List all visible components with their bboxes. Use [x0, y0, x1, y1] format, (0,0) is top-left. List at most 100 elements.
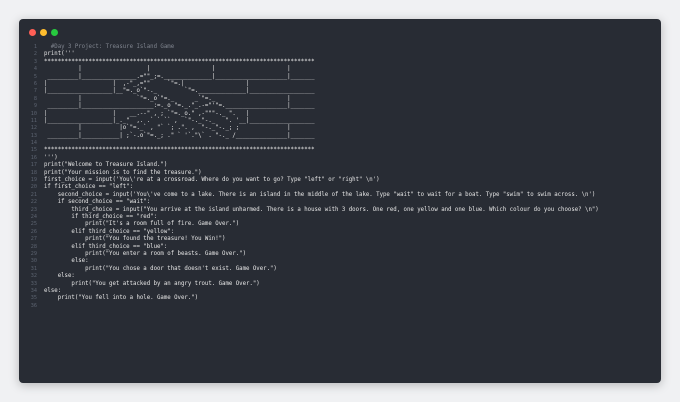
code-text: print("You get attacked by an angry trou… — [44, 280, 260, 287]
code-line: 33 print("You get attacked by an angry t… — [19, 281, 661, 288]
line-number: 7 — [33, 88, 37, 95]
line-number: 19 — [30, 177, 37, 184]
code-text: |___________________|_._" ,. .` ` `` , `… — [44, 117, 315, 124]
line-number: 2 — [33, 51, 37, 58]
code-text: | | __.--" , ; `"=._o." ,-"""-._ ". | — [44, 110, 250, 117]
line-number: 20 — [30, 184, 37, 191]
code-text: print("It's a room full of fire. Game Ov… — [44, 221, 240, 228]
line-number: 23 — [30, 206, 37, 213]
code-line: 2 print(''' — [19, 51, 661, 58]
code-line: 23 third_choice = input("You arrive at t… — [19, 207, 661, 214]
code-line: 13 _________|___________| ;`-.o`"=._; ."… — [19, 133, 661, 140]
code-text: else: — [44, 273, 75, 280]
code-text: print("You enter a room of beasts. Game … — [44, 250, 247, 257]
code-line: 28 elif third_choice == "blue": — [19, 244, 661, 251]
code-text: third_choice = input("You arrive at the … — [44, 206, 599, 213]
line-number: 9 — [33, 103, 37, 110]
line-number: 16 — [30, 154, 37, 161]
code-text: else: — [44, 287, 62, 294]
code-text: elif third_choice == "blue": — [44, 243, 168, 250]
code-text: ''') — [44, 154, 58, 161]
code-text: | | ,-"_,="" `"=.| | — [44, 80, 250, 87]
code-text: print("You fell into a hole. Game Over."… — [44, 295, 199, 302]
code-line: 21 second_choice = input('You\'ve come t… — [19, 192, 661, 199]
code-line: 14 — [19, 140, 661, 147]
code-line: 10 | | __.--" , ; `"=._o." ,-"""-._ ". | — [19, 111, 661, 118]
code-text: if first_choice == "left": — [44, 184, 134, 191]
line-number: 10 — [30, 110, 37, 117]
code-line: 30 else: — [19, 258, 661, 265]
line-number: 21 — [30, 191, 37, 198]
line-number: 35 — [30, 295, 37, 302]
line-number: 11 — [30, 117, 37, 124]
line-number: 24 — [30, 213, 37, 220]
line-number: 1 — [33, 44, 37, 50]
code-text: first_choice = input('You\'re at a cross… — [44, 177, 380, 184]
code-text: print(''' — [44, 51, 75, 58]
code-text: |___________________|__"=._o`"-._ `"=.__… — [44, 88, 315, 95]
code-line: 32 else: — [19, 273, 661, 280]
line-number: 30 — [30, 258, 37, 265]
line-number: 25 — [30, 221, 37, 228]
code-text: if third_choice == "red": — [44, 213, 157, 220]
code-line: 18 print("Your mission is to find the tre… — [19, 170, 661, 177]
code-text: | | | | — [44, 66, 291, 73]
line-number: 33 — [30, 280, 37, 287]
code-line: 36 — [19, 303, 661, 310]
code-window: 1 #Day 3 Project: Treasure Island Game 2 p… — [19, 19, 661, 383]
line-number: 13 — [30, 132, 37, 139]
code-line: 1 #Day 3 Project: Treasure Island Game — [19, 44, 661, 51]
code-text: ****************************************… — [44, 147, 315, 154]
code-line: 5 _________|________________.=""_;=.____… — [19, 74, 661, 81]
code-line: 15 **************************************… — [19, 147, 661, 154]
code-line: 24 if third_choice == "red": — [19, 214, 661, 221]
code-line: 8 | `"=._o`"=._ _`"=._ | — [19, 96, 661, 103]
code-text: _________|________________.=""_;=.______… — [44, 73, 315, 80]
line-number: 27 — [30, 236, 37, 243]
code-line: 17 print("Welcome to Treasure Island.") — [19, 162, 661, 169]
line-number: 22 — [30, 199, 37, 206]
code-line: 4 | | | | — [19, 66, 661, 73]
code-line: 29 print("You enter a room of beasts. Ga… — [19, 251, 661, 258]
line-number: 31 — [30, 265, 37, 272]
window-titlebar — [19, 19, 661, 43]
line-number: 29 — [30, 250, 37, 257]
code-text: print("You found the treasure! You Win!"… — [44, 236, 226, 243]
code-comment: #Day 3 Project: Treasure Island Game — [44, 44, 175, 50]
maximize-button-icon[interactable] — [51, 29, 58, 36]
line-number: 4 — [33, 66, 37, 73]
minimize-button-icon[interactable] — [40, 29, 47, 36]
line-number: 6 — [33, 80, 37, 87]
code-text: second_choice = input('You\'ve come to a… — [44, 191, 596, 198]
code-line: 20 if first_choice == "left": — [19, 184, 661, 191]
code-text: | |o`"=._` , "` `; .". , "-._"-._; ; | — [44, 125, 291, 132]
code-text: print("Welcome to Treasure Island.") — [44, 162, 168, 169]
code-text: elif third_choice == "yellow": — [44, 228, 175, 235]
code-line: 9 _________|_____________________:=._o "… — [19, 103, 661, 110]
code-text: print("Your mission is to find the treas… — [44, 169, 202, 176]
code-editor[interactable]: 1 #Day 3 Project: Treasure Island Game 2 p… — [19, 44, 661, 310]
code-line: 31 print("You chose a door that doesn't … — [19, 266, 661, 273]
line-number: 3 — [33, 58, 37, 65]
line-number: 28 — [30, 243, 37, 250]
line-number: 36 — [30, 302, 37, 309]
line-number: 12 — [30, 125, 37, 132]
code-line: 12 | |o`"=._` , "` `; .". , "-._"-._; ; … — [19, 125, 661, 132]
line-number: 14 — [30, 140, 37, 147]
line-number: 18 — [30, 169, 37, 176]
code-line: 11 |___________________|_._" ,. .` ` `` ,… — [19, 118, 661, 125]
code-line: 3 ***************************************… — [19, 59, 661, 66]
code-line: 22 if second_choice == "wait": — [19, 199, 661, 206]
code-text: if second_choice == "wait": — [44, 199, 151, 206]
close-button-icon[interactable] — [29, 29, 36, 36]
code-text: | `"=._o`"=._ _`"=._ | — [44, 95, 291, 102]
code-line: 34 else: — [19, 288, 661, 295]
code-text: _________|___________| ;`-.o`"=._; ." ` … — [44, 132, 315, 139]
code-line: 7 |___________________|__"=._o`"-._ `"=._… — [19, 88, 661, 95]
code-line: 35 print("You fell into a hole. Game Ove… — [19, 295, 661, 302]
line-number: 34 — [30, 287, 37, 294]
line-number: 5 — [33, 73, 37, 80]
code-text: else: — [44, 258, 89, 265]
line-number: 15 — [30, 147, 37, 154]
code-text: ****************************************… — [44, 58, 315, 65]
